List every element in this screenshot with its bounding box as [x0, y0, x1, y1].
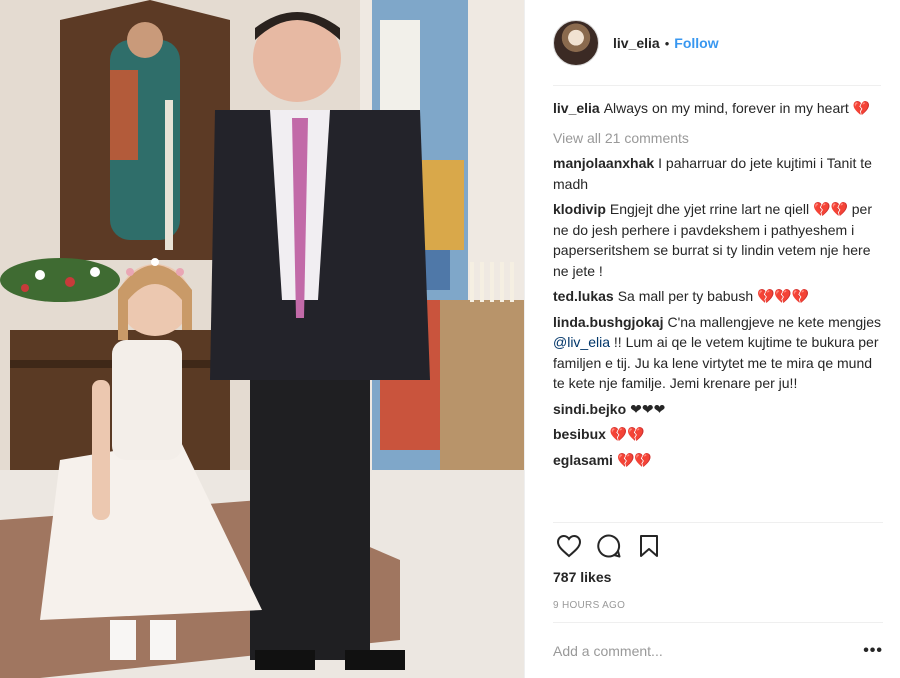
photo-illustration [0, 0, 524, 678]
comment-username[interactable]: besibux [553, 426, 606, 442]
comment-username[interactable]: klodivip [553, 201, 606, 217]
comment-mention-link[interactable]: @liv_elia [553, 334, 610, 350]
header-divider [553, 85, 881, 86]
caption-text: Always on my mind, forever in my heart 💔 [603, 100, 871, 116]
comment-item: linda.bushgjokaj C'na mallengjeve ne kete… [553, 312, 883, 394]
avatar[interactable] [553, 20, 599, 66]
comment-username[interactable]: linda.bushgjokaj [553, 314, 663, 330]
header-separator: • [664, 35, 670, 51]
bookmark-icon [640, 535, 658, 557]
comment-bubble-icon [597, 534, 621, 558]
actions-divider [553, 522, 883, 523]
comment-item: besibux 💔💔 [553, 424, 883, 445]
comment-text: 💔💔 [616, 451, 652, 468]
post-header: liv_elia • Follow [525, 0, 900, 86]
comment-text: C'na mallengjeve ne kete mengjes [667, 313, 882, 330]
like-button[interactable] [553, 530, 585, 562]
post-actions [553, 522, 883, 564]
caption-username[interactable]: liv_elia [553, 100, 600, 116]
comment-button[interactable] [593, 530, 625, 562]
comment-item: manjolaanxhak I paharruar do jete kujtimi… [553, 153, 883, 194]
comment-item: klodivip Engjejt dhe yjet rrine lart ne q… [553, 199, 883, 281]
follow-button[interactable]: Follow [674, 35, 718, 51]
comment-username[interactable]: manjolaanxhak [553, 155, 654, 171]
comment-text: Sa mall per ty babush 💔💔💔 [617, 288, 810, 304]
heart-icon [556, 534, 582, 558]
view-all-comments-link[interactable]: View all 21 comments [553, 128, 883, 149]
add-comment-bar: ••• [553, 622, 883, 678]
post-timestamp[interactable]: 9 HOURS AGO [553, 600, 625, 611]
post-caption: liv_elia Always on my mind, forever in my… [553, 98, 883, 119]
comment-item: eglasami 💔💔 [553, 450, 883, 471]
post-panel: liv_elia • Follow liv_elia Always on my m… [524, 0, 900, 678]
likes-count[interactable]: 787 likes [553, 569, 611, 585]
post-username[interactable]: liv_elia [613, 35, 660, 51]
comment-username[interactable]: eglasami [553, 452, 613, 468]
comment-username[interactable]: ted.lukas [553, 288, 614, 304]
comment-input[interactable] [553, 642, 864, 659]
comment-text: 💔💔 [609, 426, 645, 442]
more-options-button[interactable]: ••• [863, 642, 883, 660]
comments-list[interactable]: liv_elia Always on my mind, forever in my… [553, 98, 883, 520]
comment-username[interactable]: sindi.bejko [553, 401, 626, 417]
comment-item: sindi.bejko ❤❤❤ [553, 399, 883, 420]
save-button[interactable] [633, 530, 665, 562]
comment-text: ❤❤❤ [630, 400, 666, 417]
comment-item: ted.lukas Sa mall per ty babush 💔💔💔 [553, 286, 883, 307]
post-photo[interactable] [0, 0, 524, 678]
